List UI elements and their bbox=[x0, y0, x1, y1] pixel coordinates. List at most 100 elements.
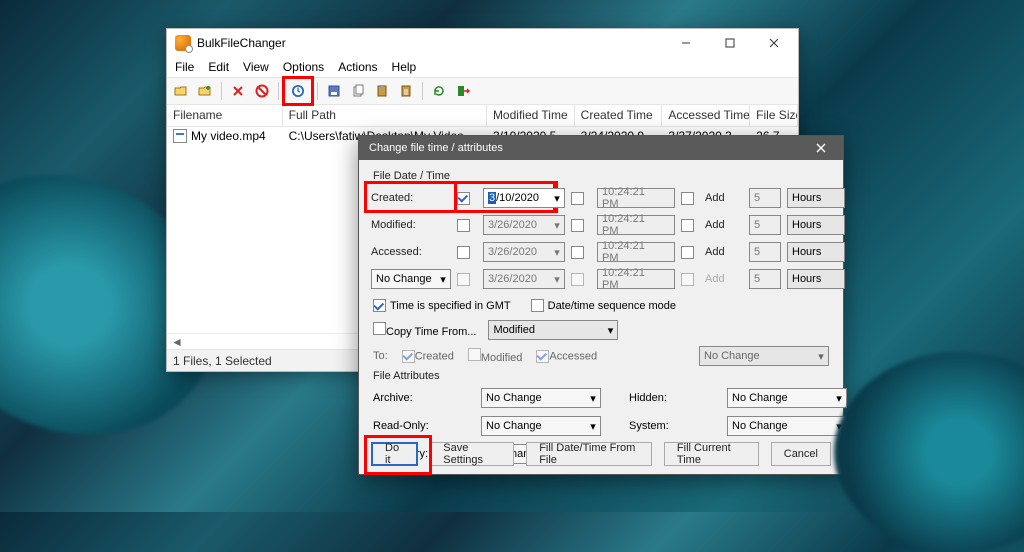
checkbox-created-date[interactable] bbox=[457, 192, 470, 205]
col-size[interactable]: File Size bbox=[750, 105, 798, 126]
menu-edit[interactable]: Edit bbox=[208, 60, 229, 74]
menu-options[interactable]: Options bbox=[283, 60, 324, 74]
toolbar-separator bbox=[221, 82, 222, 100]
chevron-down-icon[interactable]: ▾ bbox=[552, 246, 562, 259]
chevron-down-icon[interactable]: ▾ bbox=[834, 392, 844, 405]
input-accessed-add-n[interactable]: 5 bbox=[749, 242, 781, 262]
chevron-down-icon[interactable]: ▾ bbox=[552, 219, 562, 232]
checkbox-created-time[interactable] bbox=[571, 192, 584, 205]
chevron-down-icon[interactable]: ▾ bbox=[816, 350, 826, 363]
label-accessed: Accessed: bbox=[371, 246, 451, 258]
checkbox-extra-time[interactable] bbox=[571, 273, 584, 286]
checkbox-modified-date[interactable] bbox=[457, 219, 470, 232]
label-created: Created: bbox=[371, 192, 451, 204]
change-time-icon[interactable] bbox=[285, 79, 311, 103]
chevron-down-icon[interactable]: ▾ bbox=[588, 392, 598, 405]
label-hidden: Hidden: bbox=[629, 392, 699, 404]
select-created-unit[interactable]: Hours bbox=[787, 188, 845, 208]
close-button[interactable] bbox=[752, 29, 796, 57]
select-modified-unit[interactable]: Hours bbox=[787, 215, 845, 235]
dialog-close-button[interactable] bbox=[805, 136, 837, 160]
label-to-modified: Modified bbox=[481, 352, 523, 364]
remove-x-icon[interactable] bbox=[228, 81, 248, 101]
checkbox-modified-add[interactable] bbox=[681, 219, 694, 232]
select-system[interactable]: No Change▾ bbox=[727, 416, 847, 436]
paste-list-icon[interactable] bbox=[396, 81, 416, 101]
fill-current-time-button[interactable]: Fill Current Time bbox=[664, 442, 759, 466]
menu-actions[interactable]: Actions bbox=[338, 60, 377, 74]
select-to-combo[interactable]: No Change▾ bbox=[699, 346, 829, 366]
select-nochange-field[interactable]: No Change▾ bbox=[371, 269, 451, 289]
toolbar-separator bbox=[278, 82, 279, 100]
input-accessed-time[interactable]: 10:24:21 PM bbox=[597, 242, 675, 262]
video-file-icon bbox=[173, 129, 187, 143]
paste-icon[interactable] bbox=[372, 81, 392, 101]
col-created[interactable]: Created Time bbox=[575, 105, 663, 126]
copy-icon[interactable] bbox=[348, 81, 368, 101]
add-folder-icon[interactable] bbox=[195, 81, 215, 101]
chevron-down-icon[interactable]: ▾ bbox=[438, 273, 448, 286]
save-floppy-icon[interactable] bbox=[324, 81, 344, 101]
checkbox-modified-time[interactable] bbox=[571, 219, 584, 232]
label-add-disabled: Add bbox=[705, 273, 743, 285]
checkbox-sequence-mode[interactable] bbox=[531, 299, 544, 312]
checkbox-gmt[interactable] bbox=[373, 299, 386, 312]
cancel-button[interactable]: Cancel bbox=[771, 442, 831, 466]
checkbox-copy-time-from[interactable] bbox=[373, 322, 386, 335]
chevron-down-icon[interactable]: ▾ bbox=[588, 420, 598, 433]
menu-help[interactable]: Help bbox=[392, 60, 417, 74]
select-hidden[interactable]: No Change▾ bbox=[727, 388, 847, 408]
chevron-down-icon[interactable]: ▾ bbox=[834, 420, 844, 433]
label-sequence-mode: Date/time sequence mode bbox=[548, 300, 676, 312]
open-folder-icon[interactable] bbox=[171, 81, 191, 101]
dialog-title: Change file time / attributes bbox=[369, 142, 503, 154]
fill-from-file-button[interactable]: Fill Date/Time From File bbox=[526, 442, 652, 466]
label-archive: Archive: bbox=[373, 392, 453, 404]
select-archive[interactable]: No Change▾ bbox=[481, 388, 601, 408]
menu-file[interactable]: File bbox=[175, 60, 194, 74]
input-extra-add-n: 5 bbox=[749, 269, 781, 289]
list-header: Filename Full Path Modified Time Created… bbox=[167, 105, 798, 127]
checkbox-created-add[interactable] bbox=[681, 192, 694, 205]
input-created-time[interactable]: 10:24:21 PM bbox=[597, 188, 675, 208]
chevron-down-icon[interactable]: ▾ bbox=[552, 273, 562, 286]
do-it-button[interactable]: Do it bbox=[371, 442, 418, 466]
refresh-icon[interactable] bbox=[429, 81, 449, 101]
chevron-down-icon[interactable]: ▾ bbox=[552, 192, 562, 205]
checkbox-accessed-date[interactable] bbox=[457, 246, 470, 259]
input-accessed-date[interactable]: 3/26/2020▾ bbox=[483, 242, 565, 262]
input-modified-add-n[interactable]: 5 bbox=[749, 215, 781, 235]
col-accessed[interactable]: Accessed Time bbox=[662, 105, 750, 126]
input-created-date[interactable]: 3/10/2020▾ bbox=[483, 188, 565, 208]
cell-filename: My video.mp4 bbox=[191, 129, 266, 143]
status-text: 1 Files, 1 Selected bbox=[173, 354, 272, 368]
select-readonly[interactable]: No Change▾ bbox=[481, 416, 601, 436]
stop-icon[interactable] bbox=[252, 81, 272, 101]
chevron-down-icon[interactable]: ▾ bbox=[605, 324, 615, 337]
dialog-titlebar: Change file time / attributes bbox=[359, 136, 843, 160]
scroll-left-icon[interactable]: ◄ bbox=[169, 335, 185, 349]
select-copy-source[interactable]: Modified▾ bbox=[488, 320, 618, 340]
input-modified-date[interactable]: 3/26/2020▾ bbox=[483, 215, 565, 235]
maximize-button[interactable] bbox=[708, 29, 752, 57]
col-modified[interactable]: Modified Time bbox=[487, 105, 575, 126]
menubar: File Edit View Options Actions Help bbox=[167, 57, 798, 77]
exit-door-icon[interactable] bbox=[453, 81, 473, 101]
input-created-add-n[interactable]: 5 bbox=[749, 188, 781, 208]
label-add: Add bbox=[705, 192, 743, 204]
group-file-attributes: File Attributes bbox=[373, 370, 831, 382]
checkbox-accessed-time[interactable] bbox=[571, 246, 584, 259]
input-extra-date[interactable]: 3/26/2020▾ bbox=[483, 269, 565, 289]
save-settings-button[interactable]: Save Settings bbox=[430, 442, 514, 466]
checkbox-extra-date[interactable] bbox=[457, 273, 470, 286]
minimize-button[interactable] bbox=[664, 29, 708, 57]
input-modified-time[interactable]: 10:24:21 PM bbox=[597, 215, 675, 235]
col-fullpath[interactable]: Full Path bbox=[283, 105, 487, 126]
checkbox-accessed-add[interactable] bbox=[681, 246, 694, 259]
label-to-created: Created bbox=[415, 350, 454, 362]
label-system: System: bbox=[629, 420, 699, 432]
menu-view[interactable]: View bbox=[243, 60, 269, 74]
input-extra-time[interactable]: 10:24:21 PM bbox=[597, 269, 675, 289]
col-filename[interactable]: Filename bbox=[167, 105, 283, 126]
select-accessed-unit[interactable]: Hours bbox=[787, 242, 845, 262]
